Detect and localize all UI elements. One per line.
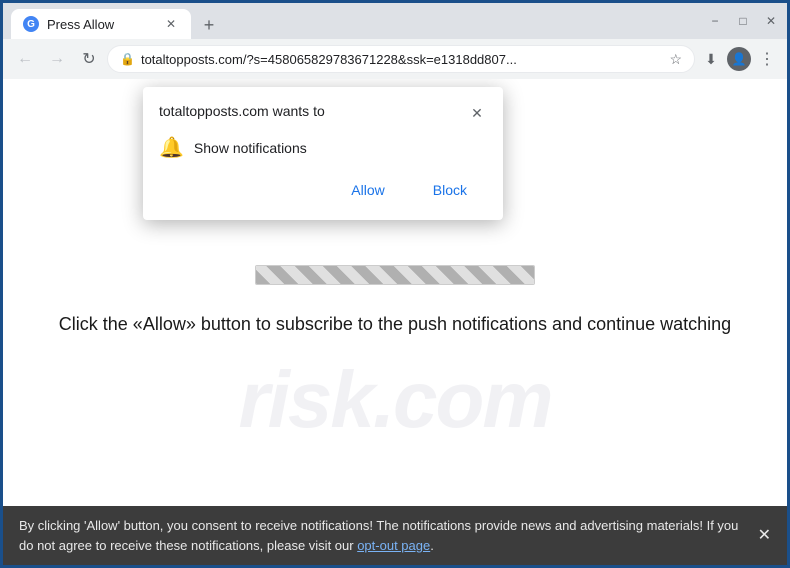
bottom-notification-bar: By clicking 'Allow' button, you consent …	[3, 506, 787, 565]
profile-icon[interactable]: 👤	[727, 47, 751, 71]
url-text: totaltopposts.com/?s=458065829783671228&…	[141, 52, 663, 67]
active-tab[interactable]: G Press Allow ✕	[11, 9, 191, 39]
nav-bar: ← → ↻ 🔒 totaltopposts.com/?s=45806582978…	[3, 39, 787, 79]
forward-button[interactable]: →	[43, 45, 71, 73]
popup-title: totaltopposts.com wants to	[159, 103, 325, 119]
tab-area: G Press Allow ✕ +	[11, 3, 699, 39]
tab-title: Press Allow	[47, 17, 155, 32]
maximize-button[interactable]: □	[735, 13, 751, 29]
window-controls: − □ ✕	[707, 13, 779, 29]
popup-buttons: Allow Block	[159, 176, 487, 204]
bottom-bar-text: By clicking 'Allow' button, you consent …	[19, 516, 746, 555]
notification-label: Show notifications	[194, 140, 307, 156]
lock-icon: 🔒	[120, 52, 135, 66]
address-bar[interactable]: 🔒 totaltopposts.com/?s=45806582978367122…	[107, 45, 695, 73]
permission-popup: totaltopposts.com wants to ✕ 🔔 Show noti…	[143, 87, 503, 220]
notification-row: 🔔 Show notifications	[159, 135, 487, 160]
minimize-button[interactable]: −	[707, 13, 723, 29]
tab-close-button[interactable]: ✕	[163, 16, 179, 32]
close-button[interactable]: ✕	[763, 13, 779, 29]
download-icon[interactable]: ⬇	[699, 47, 723, 71]
tab-favicon: G	[23, 16, 39, 32]
opt-out-link[interactable]: opt-out page	[357, 538, 430, 553]
star-icon[interactable]: ☆	[669, 51, 682, 68]
new-tab-button[interactable]: +	[195, 11, 223, 39]
popup-close-button[interactable]: ✕	[467, 103, 487, 123]
bell-icon: 🔔	[159, 135, 184, 160]
progress-bar	[255, 265, 535, 285]
progress-bar-stripes	[256, 266, 534, 284]
browser-window: G Press Allow ✕ + − □ ✕ ← → ↻ 🔒 totaltop…	[3, 3, 787, 565]
click-instruction: Click the «Allow» button to subscribe to…	[45, 314, 745, 335]
block-button[interactable]: Block	[413, 176, 487, 204]
page-content: risk risk.com Click the «Allow» button t…	[3, 79, 787, 506]
bottom-bar-close-button[interactable]: ✕	[758, 524, 771, 548]
reload-button[interactable]: ↻	[75, 45, 103, 73]
bottom-bar-suffix: .	[430, 538, 434, 553]
title-bar: G Press Allow ✕ + − □ ✕	[3, 3, 787, 39]
menu-button[interactable]: ⋮	[755, 49, 779, 69]
allow-button[interactable]: Allow	[331, 176, 404, 204]
popup-header: totaltopposts.com wants to ✕	[159, 103, 487, 123]
watermark-bottom: risk.com	[238, 354, 551, 446]
progress-area	[255, 265, 535, 285]
back-button[interactable]: ←	[11, 45, 39, 73]
